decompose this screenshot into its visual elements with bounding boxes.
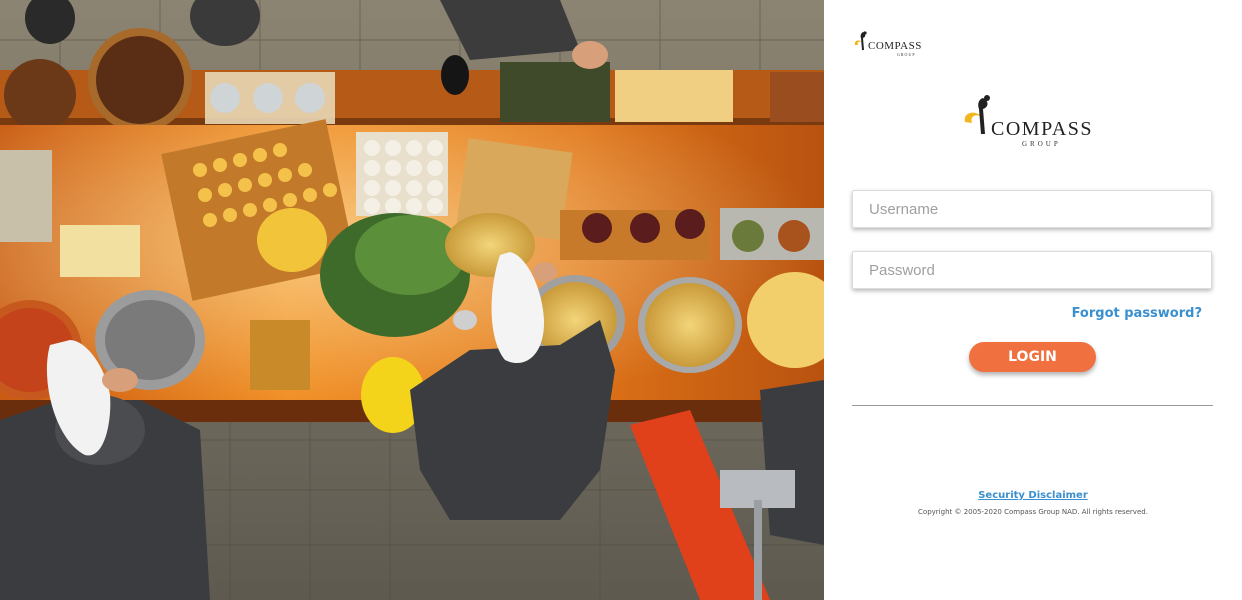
compass-logo-small: COMPASS GROUP [853,30,933,60]
login-panel: COMPASS GROUP COMPASS GROUP Forgot passw… [824,0,1242,600]
compass-logo-large: COMPASS GROUP [961,92,1111,154]
hero-photo [0,0,824,600]
copyright-text: Copyright © 2005-2020 Compass Group NAD.… [918,508,1148,516]
divider [852,405,1213,406]
logo-subtitle: GROUP [897,52,916,57]
buffet-illustration [0,0,824,600]
logo-wordmark: COMPASS [991,118,1094,140]
forgot-password-link[interactable]: Forgot password? [1072,306,1202,321]
security-disclaimer-container: Security Disclaimer [824,485,1242,503]
password-input[interactable] [852,251,1212,289]
security-disclaimer-link[interactable]: Security Disclaimer [978,490,1088,501]
login-button[interactable]: LOGIN [969,342,1096,372]
logo-subtitle: GROUP [1022,140,1061,148]
logo-wordmark: COMPASS [868,40,922,52]
username-input[interactable] [852,190,1212,228]
